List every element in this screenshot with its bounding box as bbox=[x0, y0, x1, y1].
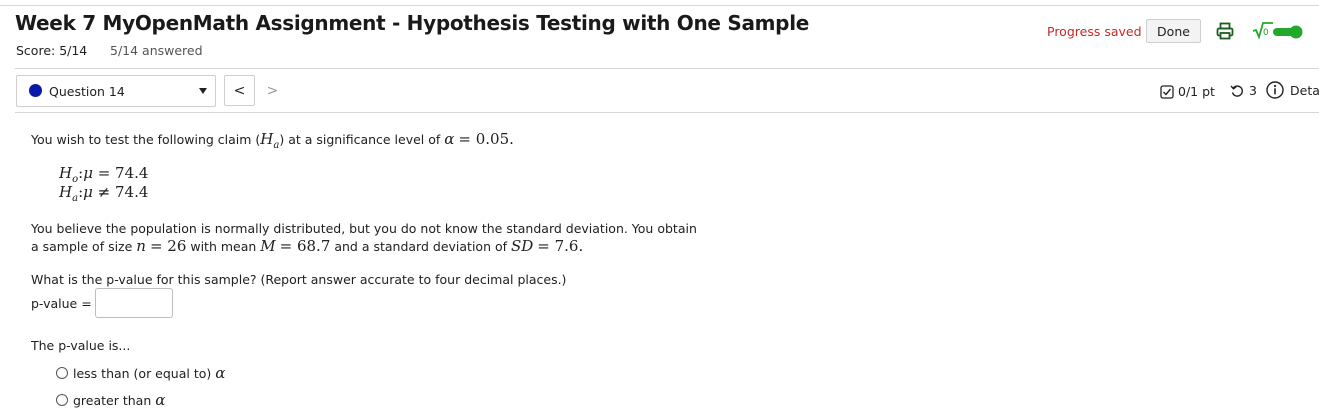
math-entry-icon[interactable]: 0 bbox=[1252, 21, 1274, 43]
top-divider bbox=[0, 5, 1319, 6]
info-icon bbox=[1266, 81, 1284, 99]
assignment-title: Week 7 MyOpenMath Assignment - Hypothesi… bbox=[15, 11, 810, 35]
points-indicator: 0/1 pt bbox=[1160, 84, 1215, 99]
done-button[interactable]: Done bbox=[1146, 19, 1201, 43]
pvalue-label: p-value = bbox=[31, 296, 92, 311]
answered-count: 5/14 answered bbox=[110, 43, 203, 58]
question-divider bbox=[15, 112, 1319, 113]
claim-intro: You wish to test the following claim (Ha… bbox=[31, 130, 514, 151]
progress-status: Progress saved bbox=[1047, 24, 1142, 39]
sample-description-line2: a sample of size n = 26 with mean M = 68… bbox=[31, 237, 584, 255]
header-divider bbox=[15, 68, 1319, 69]
math-entry-toggle[interactable] bbox=[1272, 24, 1304, 43]
option-less-than[interactable]: less than (or equal to) α bbox=[56, 364, 225, 382]
details-button[interactable]: Deta bbox=[1266, 81, 1319, 99]
points-label: 0/1 pt bbox=[1178, 84, 1215, 99]
question-select-label: Question 14 bbox=[49, 84, 125, 99]
chevron-down-icon bbox=[199, 88, 207, 94]
details-label: Deta bbox=[1290, 82, 1319, 98]
svg-text:0: 0 bbox=[1263, 28, 1269, 38]
score-label: Score: 5/14 bbox=[16, 43, 88, 58]
pvalue-input[interactable] bbox=[95, 288, 173, 318]
previous-question-button[interactable]: < bbox=[224, 75, 255, 106]
pvalue-prompt: What is the p-value for this sample? (Re… bbox=[31, 272, 567, 287]
question-select[interactable]: Question 14 bbox=[16, 75, 216, 107]
pvalue-is-label: The p-value is... bbox=[31, 338, 131, 353]
option-greater-than[interactable]: greater than α bbox=[56, 391, 165, 409]
alternative-hypothesis: Ha:μ ≠ 74.4 bbox=[59, 183, 149, 204]
radio-less-than[interactable] bbox=[56, 367, 68, 379]
question-status-dot bbox=[29, 84, 42, 97]
next-question-button[interactable]: > bbox=[257, 75, 288, 106]
retry-icon bbox=[1230, 84, 1243, 97]
tries-indicator: 3 bbox=[1230, 83, 1257, 98]
tries-count: 3 bbox=[1249, 83, 1257, 98]
radio-greater-than[interactable] bbox=[56, 394, 68, 406]
sample-description-line1: You believe the population is normally d… bbox=[31, 221, 697, 236]
print-icon[interactable] bbox=[1216, 22, 1234, 44]
checkbox-icon bbox=[1160, 84, 1174, 99]
null-hypothesis: Ho:μ = 74.4 bbox=[59, 164, 149, 185]
